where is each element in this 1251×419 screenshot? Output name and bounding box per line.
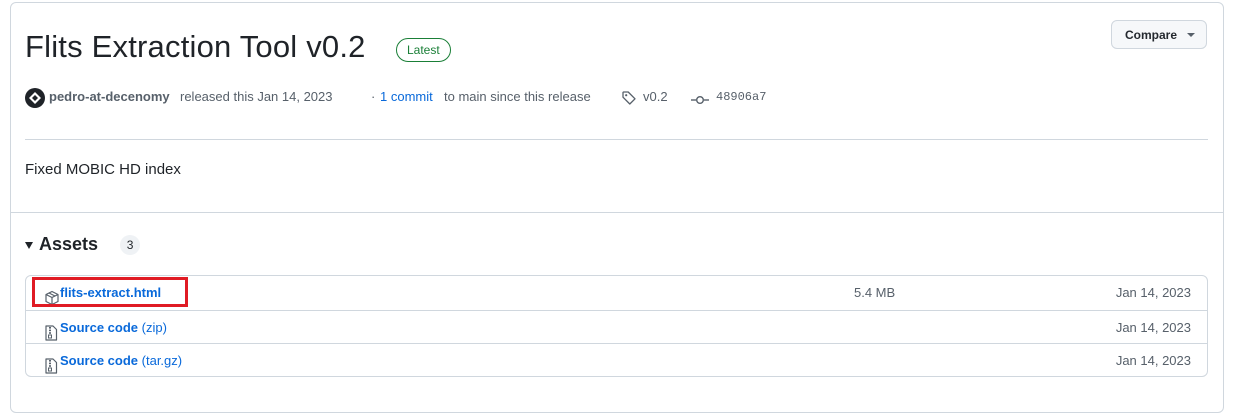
- commits-link[interactable]: 1 commit: [380, 87, 433, 107]
- asset-row: Source code (zip) Jan 14, 2023: [26, 309, 1207, 344]
- git-commit-icon: [691, 92, 709, 112]
- asset-download-link[interactable]: flits-extract.html: [60, 276, 161, 309]
- tag-link[interactable]: v0.2: [643, 87, 668, 107]
- avatar[interactable]: [25, 88, 45, 108]
- assets-count-badge: 3: [120, 234, 141, 255]
- release-description: Fixed MOBIC HD index: [25, 161, 181, 178]
- asset-date: Jan 14, 2023: [1115, 353, 1191, 368]
- assets-toggle[interactable]: Assets 3: [25, 234, 141, 255]
- commits-text: to main since this release: [444, 89, 591, 104]
- tag-icon: [621, 90, 637, 112]
- assets-title: Assets: [39, 234, 99, 254]
- asset-suffix: (zip): [138, 319, 167, 335]
- asset-suffix: (tar.gz): [138, 353, 183, 368]
- assets-list: flits-extract.html 5.4 MB Jan 14, 2023 S…: [25, 275, 1208, 377]
- asset-size: 5.4 MB: [854, 285, 896, 300]
- divider: [25, 139, 1208, 140]
- assets-divider: [11, 212, 1223, 213]
- compare-button-label: Compare: [1125, 27, 1178, 42]
- caret-down-icon: [25, 242, 33, 249]
- chevron-down-icon: [1187, 32, 1196, 37]
- separator-dot: ·: [371, 89, 376, 104]
- author-link[interactable]: pedro-at-decenomy: [49, 87, 170, 107]
- asset-name: Source code: [60, 319, 139, 335]
- file-zip-icon: [44, 353, 58, 376]
- asset-download-link[interactable]: Source code (zip): [60, 311, 167, 344]
- asset-name: flits-extract.html: [60, 285, 162, 300]
- asset-row: flits-extract.html 5.4 MB Jan 14, 2023: [26, 276, 1207, 310]
- asset-date: Jan 14, 2023: [1115, 319, 1191, 335]
- asset-row: Source code (tar.gz) Jan 14, 2023: [26, 343, 1207, 376]
- asset-name: Source code: [60, 353, 139, 368]
- latest-badge: Latest: [396, 38, 451, 62]
- decenomy-logo-icon: [29, 92, 41, 104]
- release-meta: pedro-at-decenomy released this Jan 14, …: [25, 87, 1025, 108]
- commit-sha-link[interactable]: 48906a7: [716, 87, 766, 107]
- asset-download-link[interactable]: Source code (tar.gz): [60, 344, 183, 376]
- compare-button[interactable]: Compare: [1111, 20, 1207, 49]
- release-title[interactable]: Flits Extraction Tool v0.2: [25, 27, 366, 67]
- released-date-text: released this Jan 14, 2023: [180, 89, 333, 104]
- release-card: Flits Extraction Tool v0.2 Latest Compar…: [10, 2, 1224, 413]
- asset-date: Jan 14, 2023: [1115, 285, 1191, 300]
